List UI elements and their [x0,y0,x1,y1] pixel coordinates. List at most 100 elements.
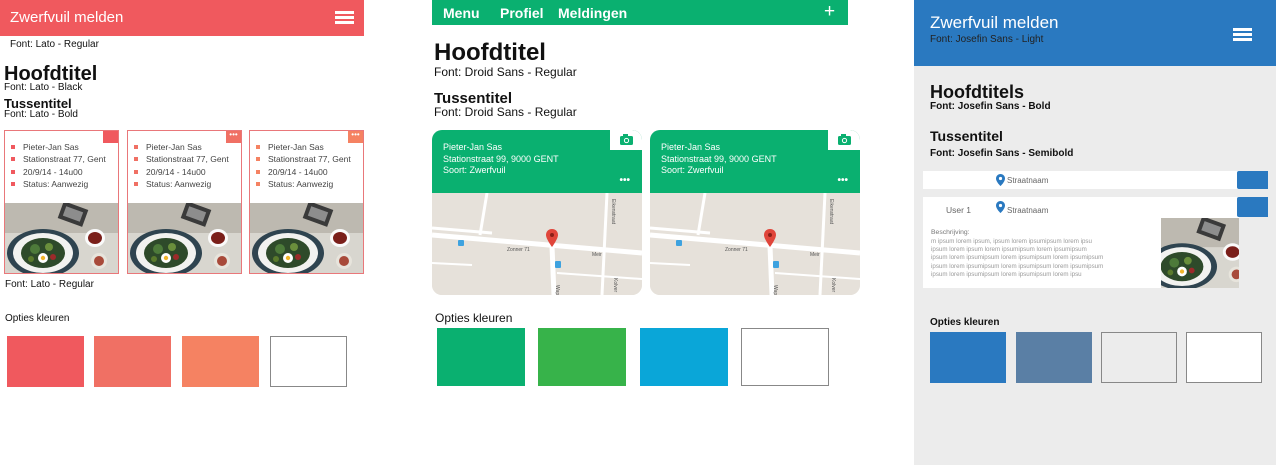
map-report-card[interactable]: Zonner 71 Meir Wapp Eikenstraat Kolver P… [432,130,642,295]
camera-icon[interactable] [828,130,860,150]
map-street-label: Kolver [612,278,618,293]
p3-header-title: Zwerfvuil melden [930,13,1059,32]
card-photo [128,201,241,273]
street-map[interactable]: Zonner 71 Meir Wapp Eikenstraat Kolver [432,193,642,295]
description-line: ipsum lorem ipsumipsum lorem ipsumipsum … [931,270,1082,278]
description-line: m ipsum lorem ipsum, ipsum lorem ipsumip… [931,238,1092,245]
card-line: Stationstraat 99, 9000 GENT [661,153,777,164]
card-details: Pieter-Jan Sas Stationstraat 77, Gent 20/9… [256,141,351,190]
bullet-icon [134,169,138,174]
description-line: ipsum lorem ipsumipsum lorem ipsumipsum … [931,254,1104,262]
map-street-label: Zonner 71 [725,247,748,253]
map-street-label: Kolver [830,278,836,293]
hamburger-menu-icon[interactable] [335,11,354,24]
bullet-icon [256,181,260,186]
more-options-icon[interactable] [103,131,118,143]
bullet-icon [11,181,15,186]
p2-subheading-caption: Font: Droid Sans - Regular [434,105,577,119]
card-details: Pieter-Jan Sas Stationstraat 99, 9000 GEN… [443,142,559,177]
map-street-label: Zonner 71 [507,247,530,253]
more-options-icon[interactable]: ••• [226,131,241,143]
card-line: Pieter-Jan Sas [256,141,351,153]
add-plus-icon[interactable]: + [824,2,835,21]
more-options-icon[interactable]: ••• [837,176,848,186]
map-report-card[interactable]: Zonner 71 Meir Wapp Eikenstraat Kolver P… [650,130,860,295]
p1-color-swatch [270,336,347,387]
hamburger-menu-icon[interactable] [1233,28,1252,41]
card-line: 20/9/14 - 14u00 [11,166,106,178]
nav-profiel-link[interactable]: Profiel [500,5,544,21]
p2-colors-label: Opties kleuren [435,311,513,325]
card-line: Status: Aanwezig [256,178,351,190]
p3-color-swatch [1186,332,1262,383]
report-card[interactable]: Pieter-Jan Sas Stationstraat 77, Gent 20/9… [4,130,119,274]
p3-color-swatch [1016,332,1092,383]
nav-menu-link[interactable]: Menu [443,5,480,21]
p3-colors-label: Opties kleuren [930,317,1000,328]
nav-meldingen-link[interactable]: Meldingen [558,5,627,21]
description-text: m ipsum lorem ipsum, ipsum lorem ipsumip… [931,238,1103,279]
food-photo-image [1145,216,1255,290]
card-line: Status: Aanwezig [134,178,229,190]
p3-heading-caption: Font: Josefin Sans - Bold [930,101,1051,112]
map-street-label: Wapp [772,285,778,295]
card-line: Pieter-Jan Sas [11,141,106,153]
map-street-label: Meir [810,252,820,258]
card-line: Stationstraat 77, Gent [11,153,106,165]
card-details: Pieter-Jan Sas Stationstraat 77, Gent 20/9… [134,141,229,190]
p3-header-font-caption: Font: Josefin Sans - Light [930,34,1044,45]
description-label: Beschrijving: [931,229,970,236]
card-line: Status: Aanwezig [11,178,106,190]
report-row-action[interactable] [1237,171,1268,189]
card-info: Pieter-Jan Sas Stationstraat 77, Gent 20/9… [5,131,118,203]
card-photo [250,201,363,273]
report-card[interactable]: Pieter-Jan Sas Stationstraat 77, Gent 20/9… [249,130,364,274]
bullet-icon [11,157,15,162]
p3-color-swatch [1101,332,1177,383]
card-info: Pieter-Jan Sas Stationstraat 77, Gent 20/9… [128,131,241,203]
card-details: Pieter-Jan Sas Stationstraat 99, 9000 GEN… [661,142,777,177]
p1-color-swatch [94,336,171,387]
bullet-icon [134,145,138,149]
location-pin-icon [996,201,1005,213]
card-line: Stationstraat 77, Gent [134,153,229,165]
p3-header-bar [914,0,1276,66]
bullet-icon [134,181,138,186]
food-photo-image [5,201,118,273]
row-street-label: Straatnaam [1007,176,1049,185]
bullet-icon [11,169,15,174]
report-card-action[interactable] [1237,197,1268,217]
map-street-label: Eikenstraat [610,199,616,225]
p1-header-font-caption: Font: Lato - Regular [10,39,99,50]
map-street-label: Eikenstraat [828,199,834,225]
card-details: Pieter-Jan Sas Stationstraat 77, Gent 20/9… [11,141,106,190]
card-line: Soort: Zwerfvuil [443,165,506,175]
card-line: 20/9/14 - 14u00 [134,166,229,178]
card-photo [5,201,118,273]
bullet-icon [134,157,138,162]
report-card[interactable]: Pieter-Jan Sas Stationstraat 77, Gent 20/9… [127,130,242,274]
p1-subheading-caption: Font: Lato - Bold [4,109,78,120]
card-line: Soort: Zwerfvuil [661,165,724,175]
more-options-icon[interactable]: ••• [348,131,363,143]
card-line: Stationstraat 99, 9000 GENT [443,153,559,164]
p2-color-swatch [741,328,829,386]
street-map[interactable]: Zonner 71 Meir Wapp Eikenstraat Kolver [650,193,860,295]
report-row[interactable] [923,171,1239,189]
card-line: 20/9/14 - 14u00 [256,166,351,178]
p1-color-swatch [7,336,84,387]
map-street-label: Wapp [554,285,560,295]
p3-subheading-caption: Font: Josefin Sans - Semibold [930,148,1074,159]
card-line: Pieter-Jan Sas [443,142,503,152]
p1-card-font-caption: Font: Lato - Regular [5,279,94,290]
p1-colors-label: Opties kleuren [5,313,70,324]
camera-icon[interactable] [610,130,642,150]
bullet-icon [11,145,15,149]
more-options-icon[interactable]: ••• [619,176,630,186]
location-pin-icon [996,174,1005,186]
card-line: Pieter-Jan Sas [661,142,721,152]
p2-color-swatch [437,328,525,386]
p2-navbar [432,0,848,25]
card-line: Stationstraat 77, Gent [256,153,351,165]
p2-color-swatch [640,328,728,386]
